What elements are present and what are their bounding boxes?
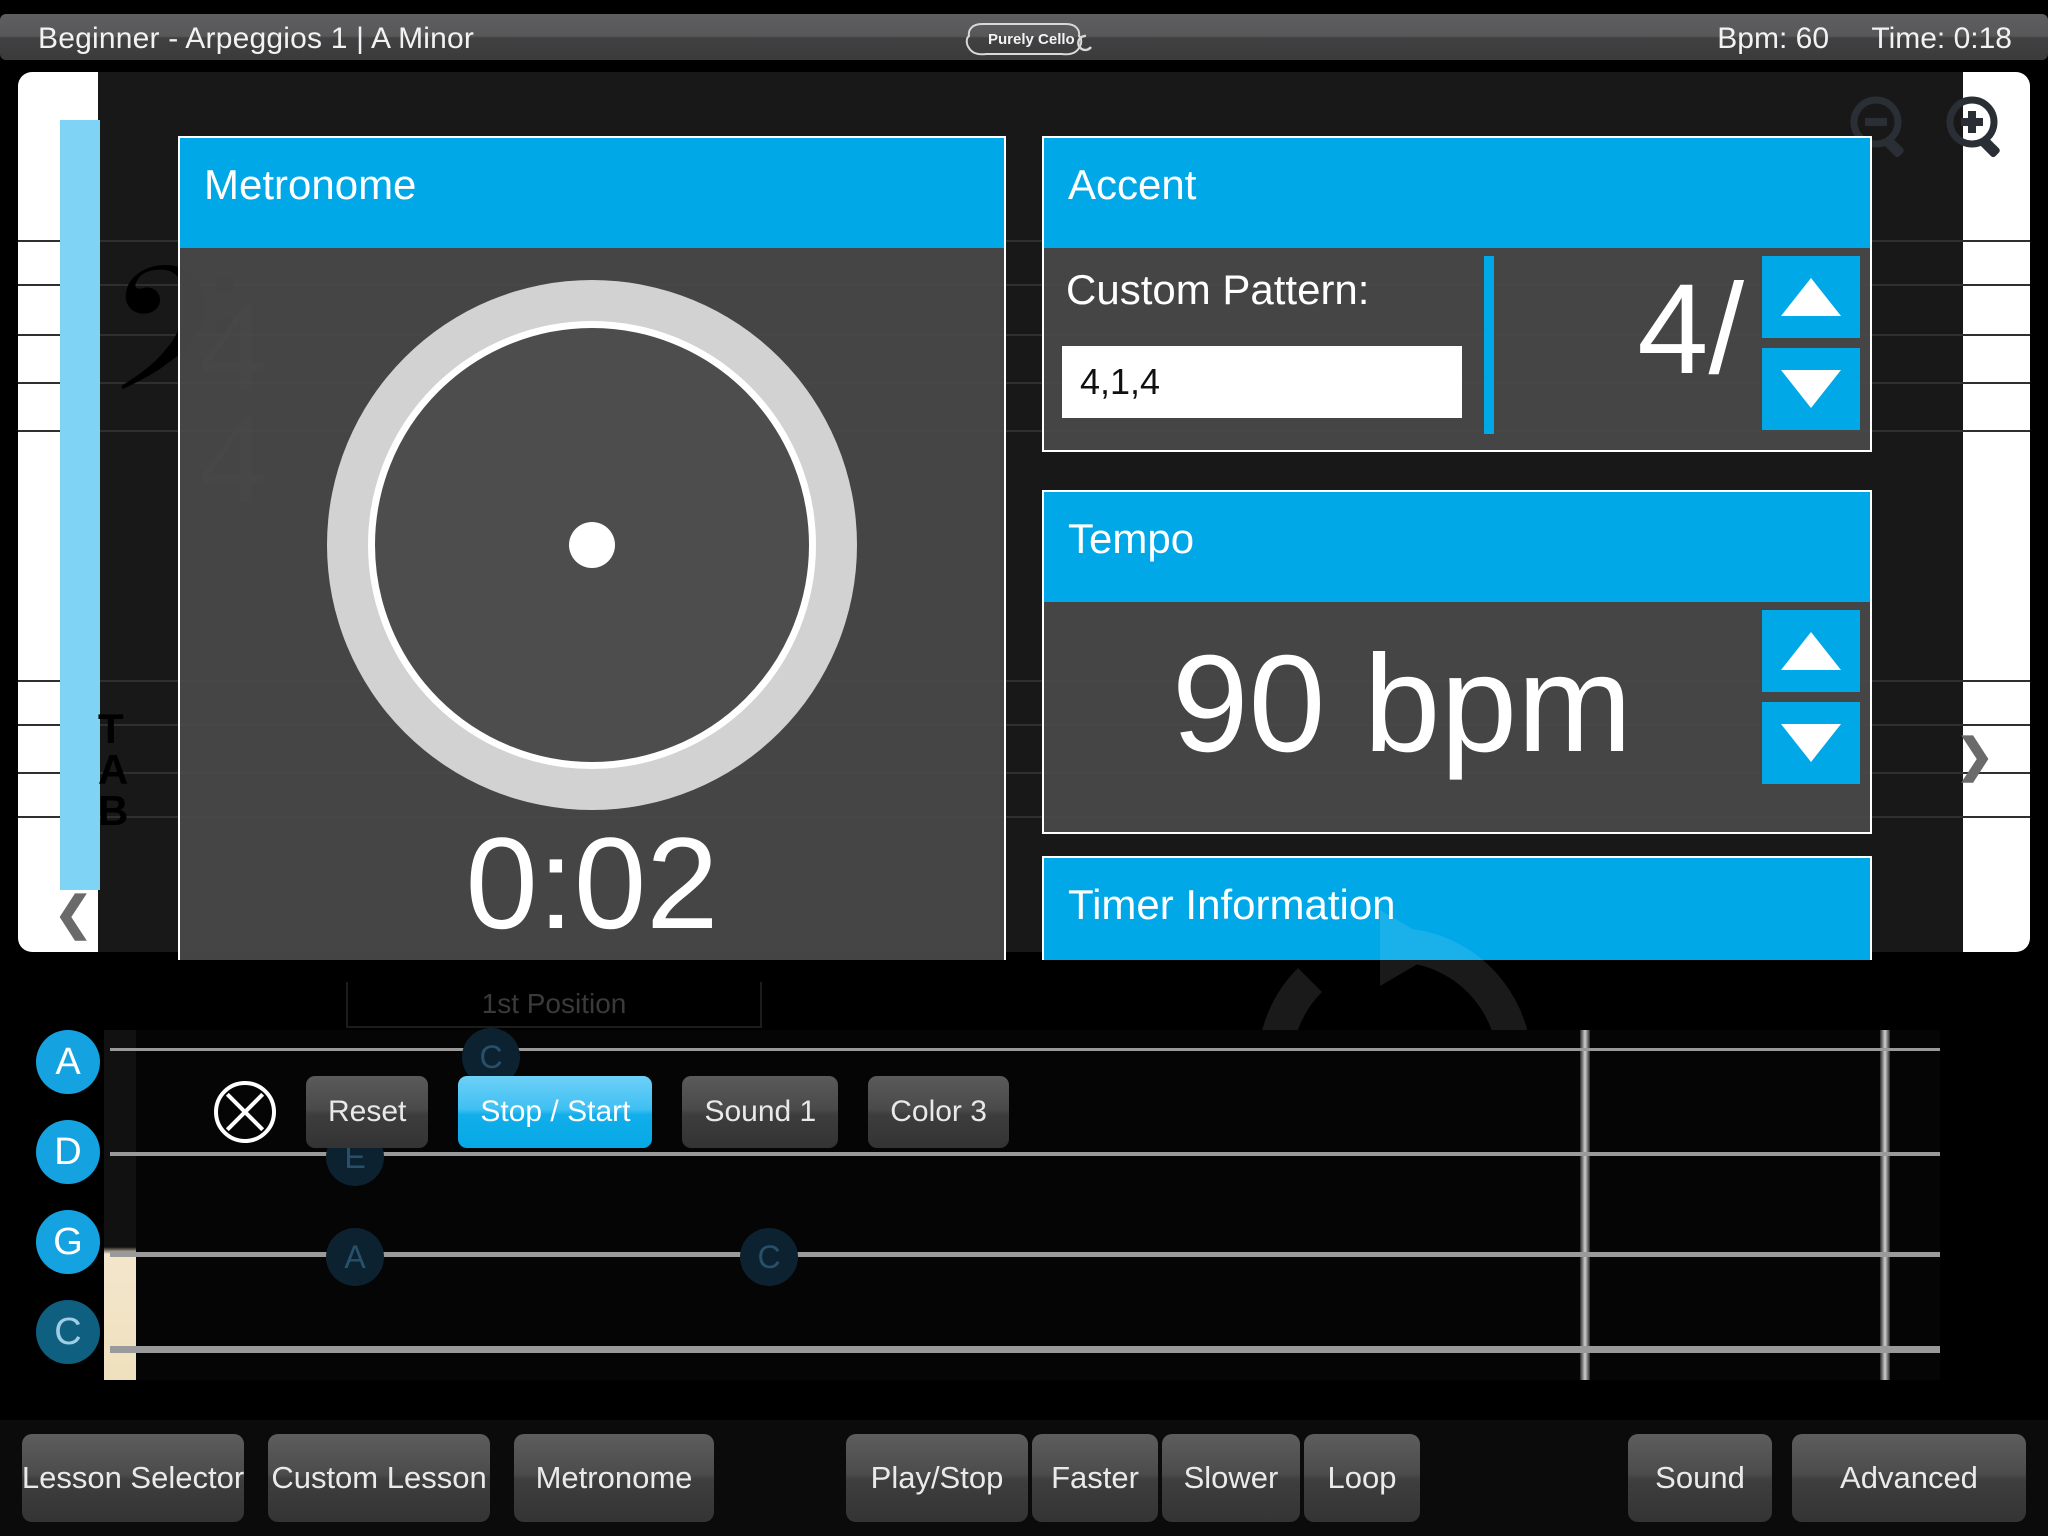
fretboard-note[interactable]: C bbox=[740, 1228, 798, 1286]
fret-line bbox=[1580, 1030, 1590, 1380]
metronome-panel-title: Metronome bbox=[180, 138, 1004, 248]
string-line-c bbox=[110, 1346, 1940, 1353]
tempo-panel-title: Tempo bbox=[1044, 492, 1870, 602]
sound-button[interactable]: Sound bbox=[1628, 1434, 1772, 1522]
accent-increase-button[interactable] bbox=[1762, 256, 1860, 338]
string-button-d[interactable]: D bbox=[36, 1120, 100, 1184]
accent-panel-body: Custom Pattern: 4,1,4 4/ bbox=[1044, 248, 1870, 450]
accent-panel: Accent Custom Pattern: 4,1,4 4/ bbox=[1042, 136, 1872, 452]
string-button-c[interactable]: C bbox=[36, 1300, 100, 1364]
metronome-dial-ring bbox=[368, 321, 816, 769]
topbar-readouts: Bpm: 60 Time: 0:18 bbox=[1683, 22, 2012, 56]
string-line-d bbox=[110, 1152, 1940, 1156]
bpm-readout: Bpm: 60 bbox=[1717, 22, 1830, 55]
scroll-right-button[interactable]: ❯ bbox=[1955, 728, 1994, 782]
triangle-up-icon bbox=[1781, 278, 1841, 316]
app-root: Beginner - Arpeggios 1 | A Minor Purely … bbox=[0, 0, 2048, 1536]
fretboard-nut bbox=[104, 1030, 136, 1380]
lesson-title: Beginner - Arpeggios 1 | A Minor bbox=[38, 22, 475, 55]
custom-pattern-input[interactable]: 4,1,4 bbox=[1062, 346, 1462, 418]
tab-letter-a: A bbox=[98, 746, 129, 794]
string-line-g bbox=[110, 1252, 1940, 1257]
fretboard-note[interactable]: A bbox=[326, 1228, 384, 1286]
triangle-down-icon bbox=[1781, 724, 1841, 762]
metronome-control-row: Reset Stop / Start Sound 1 Color 3 bbox=[214, 1076, 1009, 1148]
string-line-a bbox=[110, 1048, 1940, 1051]
metronome-sound-button[interactable]: Sound 1 bbox=[682, 1076, 839, 1148]
advanced-button[interactable]: Advanced bbox=[1792, 1434, 2026, 1522]
accent-panel-title: Accent bbox=[1044, 138, 1870, 248]
tab-letter-t: T bbox=[98, 705, 124, 752]
play-stop-button[interactable]: Play/Stop bbox=[846, 1434, 1028, 1522]
metronome-button[interactable]: Metronome bbox=[514, 1434, 714, 1522]
string-button-a[interactable]: A bbox=[36, 1030, 100, 1094]
time-signature-value: 4/ bbox=[1637, 258, 1744, 401]
tempo-increase-button[interactable] bbox=[1762, 610, 1860, 692]
custom-pattern-label: Custom Pattern: bbox=[1066, 266, 1370, 313]
accent-divider bbox=[1484, 256, 1494, 434]
top-status-bar: Beginner - Arpeggios 1 | A Minor Purely … bbox=[0, 14, 2048, 60]
string-button-g[interactable]: G bbox=[36, 1210, 100, 1274]
tempo-panel: Tempo 90 bpm bbox=[1042, 490, 1872, 834]
lesson-selector-button[interactable]: Lesson Selector bbox=[22, 1434, 244, 1522]
tab-letter-b: B bbox=[98, 787, 129, 835]
tempo-panel-body: 90 bpm bbox=[1044, 602, 1870, 832]
playhead-marker[interactable] bbox=[60, 120, 100, 890]
metronome-panel: Metronome 0:02 bbox=[178, 136, 1006, 976]
position-label: 1st Position bbox=[346, 982, 762, 1028]
metronome-color-button[interactable]: Color 3 bbox=[868, 1076, 1009, 1148]
tab-label: T A B bbox=[98, 705, 129, 835]
tempo-decrease-button[interactable] bbox=[1762, 702, 1860, 784]
faster-button[interactable]: Faster bbox=[1032, 1434, 1158, 1522]
bottom-toolbar: Lesson Selector Custom Lesson Metronome … bbox=[0, 1420, 2048, 1536]
metronome-dial[interactable] bbox=[327, 280, 857, 810]
logo-text: Purely Cello bbox=[988, 31, 1075, 48]
tempo-value: 90 bpm bbox=[1171, 627, 1633, 781]
triangle-down-icon bbox=[1781, 370, 1841, 408]
accent-decrease-button[interactable] bbox=[1762, 348, 1860, 430]
metronome-stopstart-button[interactable]: Stop / Start bbox=[458, 1076, 653, 1148]
loop-button[interactable]: Loop bbox=[1304, 1434, 1420, 1522]
timer-panel-title: Timer Information bbox=[1044, 858, 1870, 968]
purely-cello-logo: Purely Cello bbox=[944, 18, 1104, 58]
metronome-panel-body: 0:02 bbox=[180, 248, 1004, 974]
close-icon[interactable] bbox=[214, 1081, 276, 1143]
time-readout: Time: 0:18 bbox=[1871, 22, 2012, 55]
metronome-beat-dot bbox=[569, 522, 615, 568]
tempo-stepper bbox=[1762, 610, 1860, 784]
metronome-elapsed-time: 0:02 bbox=[465, 810, 719, 956]
fret-line bbox=[1880, 1030, 1890, 1380]
triangle-up-icon bbox=[1781, 632, 1841, 670]
accent-stepper bbox=[1762, 256, 1860, 430]
scroll-left-button[interactable]: ❮ bbox=[54, 886, 93, 940]
zoom-in-icon[interactable] bbox=[1940, 92, 2014, 166]
slower-button[interactable]: Slower bbox=[1162, 1434, 1300, 1522]
metronome-reset-button[interactable]: Reset bbox=[306, 1076, 429, 1148]
custom-lesson-button[interactable]: Custom Lesson bbox=[268, 1434, 490, 1522]
